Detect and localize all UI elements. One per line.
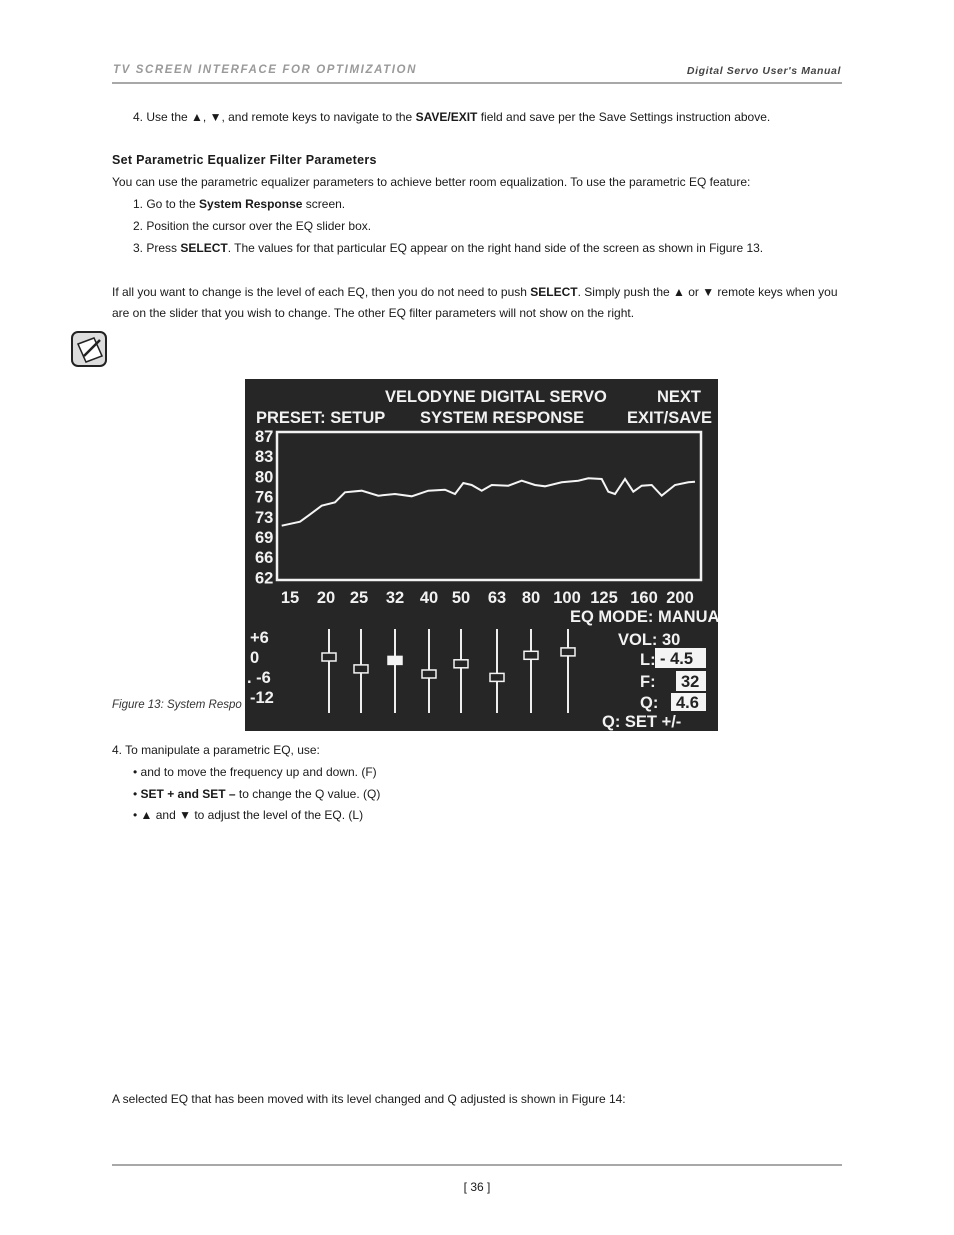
eq-slider-handle[interactable] (523, 650, 539, 661)
x-tick-label: 32 (386, 589, 404, 607)
q-value: 4.6 (676, 694, 699, 712)
x-tick-label: 20 (317, 589, 335, 607)
manual-title: Digital Servo User's Manual (686, 65, 841, 77)
figure-subtitle: SYSTEM RESPONSE (420, 409, 584, 427)
preset-label: PRESET: SETUP (256, 409, 385, 427)
x-tick-label: 25 (350, 589, 368, 607)
step-save-exit: 4. Use the ▲, ▼, and remote keys to navi… (133, 110, 771, 124)
x-tick-label: 50 (452, 589, 470, 607)
eq-mode-label: EQ MODE: MANUAL (570, 608, 718, 626)
step-4: 4. To manipulate a parametric EQ, use: (112, 743, 320, 757)
x-tick-label: 15 (281, 589, 299, 607)
response-curve (281, 477, 696, 527)
bullet-frequency: • and to move the frequency up and down.… (133, 765, 377, 779)
y-tick-label: 66 (255, 549, 273, 567)
figure-title: VELODYNE DIGITAL SERVO (385, 388, 607, 406)
y-tick-label: 80 (255, 468, 273, 486)
y-tick-label: 69 (255, 529, 273, 547)
footer-rule (112, 1164, 842, 1166)
y-tick-label: 76 (255, 489, 273, 507)
level-tick-label: 0 (250, 649, 259, 667)
header-rule (112, 82, 842, 84)
eq-slider-handle[interactable] (421, 669, 437, 679)
q-label: Q: (640, 694, 658, 712)
bullet-q: • SET + and SET – to change the Q value.… (133, 787, 381, 801)
x-tick-label: 125 (590, 589, 618, 607)
section-header: TV SCREEN INTERFACE FOR OPTIMIZATION (113, 64, 418, 76)
level-paragraph-line2: are on the slider that you wish to chang… (112, 306, 635, 320)
f-label: F: (640, 673, 656, 691)
eq-slider-handle[interactable] (387, 655, 403, 666)
level-paragraph: If all you want to change is the level o… (112, 285, 838, 299)
x-tick-label: 200 (666, 589, 694, 607)
step-1: 1. Go to the System Response screen. (133, 197, 346, 211)
step-2: 2. Position the cursor over the EQ slide… (133, 219, 372, 233)
next-label: NEXT (657, 388, 701, 406)
x-tick-label: 100 (553, 589, 581, 607)
eq-slider-handle[interactable] (489, 672, 505, 683)
vol-label: VOL: 30 (618, 631, 680, 649)
page-number: [ 36 ] (463, 1180, 491, 1194)
level-tick-label: . -6 (247, 669, 271, 687)
step-3: 3. Press SELECT. The values for that par… (133, 241, 764, 255)
level-tick-label: -12 (250, 689, 274, 707)
eq-slider-handle[interactable] (353, 664, 369, 674)
f-value: 32 (681, 673, 699, 691)
figure14-intro: A selected EQ that has been moved with i… (112, 1092, 626, 1106)
eq-slider-handle[interactable] (560, 647, 576, 657)
x-tick-label: 80 (522, 589, 540, 607)
level-tick-label: +6 (250, 629, 269, 647)
y-tick-label: 87 (255, 428, 273, 446)
eq-slider-handle[interactable] (453, 659, 469, 669)
figure-caption: Figure 13: System Respo (112, 699, 242, 711)
q-set-label: Q: SET +/- (602, 713, 681, 731)
x-tick-label: 40 (420, 589, 438, 607)
y-tick-label: 73 (255, 509, 273, 527)
x-tick-label: 63 (488, 589, 506, 607)
bullet-level: • ▲ and ▼ to adjust the level of the EQ.… (133, 808, 364, 822)
l-label: L: (640, 651, 656, 669)
y-tick-label: 83 (255, 448, 273, 466)
system-response-figure: VELODYNE DIGITAL SERVO NEXT PRESET: SETU… (245, 379, 718, 731)
section-title: Set Parametric Equalizer Filter Paramete… (112, 153, 377, 167)
eq-slider-handle[interactable] (321, 652, 337, 662)
l-value: - 4.5 (660, 650, 693, 668)
y-tick-label: 62 (255, 569, 273, 587)
manual-page: TV SCREEN INTERFACE FOR OPTIMIZATION Dig… (0, 0, 954, 1235)
x-tick-label: 160 (630, 589, 658, 607)
note-pencil-icon (70, 330, 108, 368)
intro-text: You can use the parametric equalizer par… (112, 175, 751, 189)
plot-frame (275, 430, 703, 582)
exit-save-label: EXIT/SAVE (627, 409, 712, 427)
